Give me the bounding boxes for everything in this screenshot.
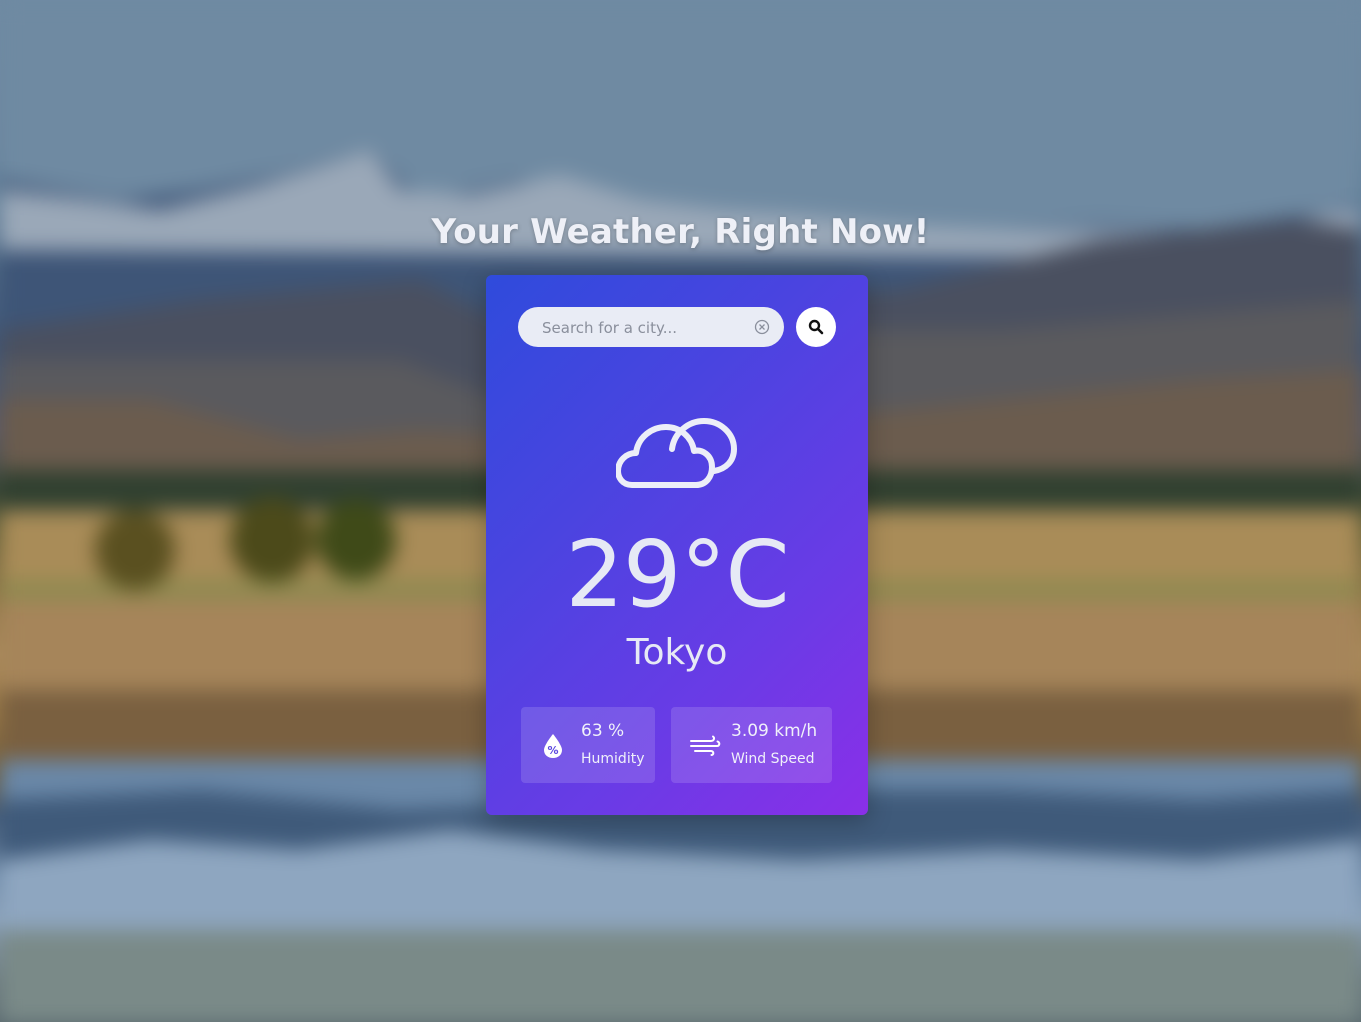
humidity-drop-icon: %	[544, 734, 562, 758]
svg-text:%: %	[547, 744, 558, 757]
weather-card: 29°C Tokyo % 63 % Humidity 3.09 km/h Win…	[486, 275, 868, 815]
humidity-label: Humidity	[581, 751, 645, 767]
page-title: Your Weather, Right Now!	[431, 212, 930, 252]
wind-panel: 3.09 km/h Wind Speed	[671, 707, 832, 783]
search-button[interactable]	[796, 307, 836, 347]
cloud-icon	[616, 417, 738, 488]
wind-speed-label: Wind Speed	[731, 751, 815, 767]
humidity-panel: % 63 % Humidity	[521, 707, 655, 783]
search-input[interactable]	[540, 307, 744, 349]
temperature: 29°C	[565, 521, 789, 628]
humidity-value: 63 %	[581, 721, 625, 741]
wind-icon	[690, 735, 721, 756]
search-icon	[808, 319, 824, 335]
search-bar	[518, 307, 784, 349]
clear-icon[interactable]	[754, 319, 770, 335]
city-name: Tokyo	[626, 632, 728, 673]
wind-speed-value: 3.09 km/h	[731, 721, 818, 741]
